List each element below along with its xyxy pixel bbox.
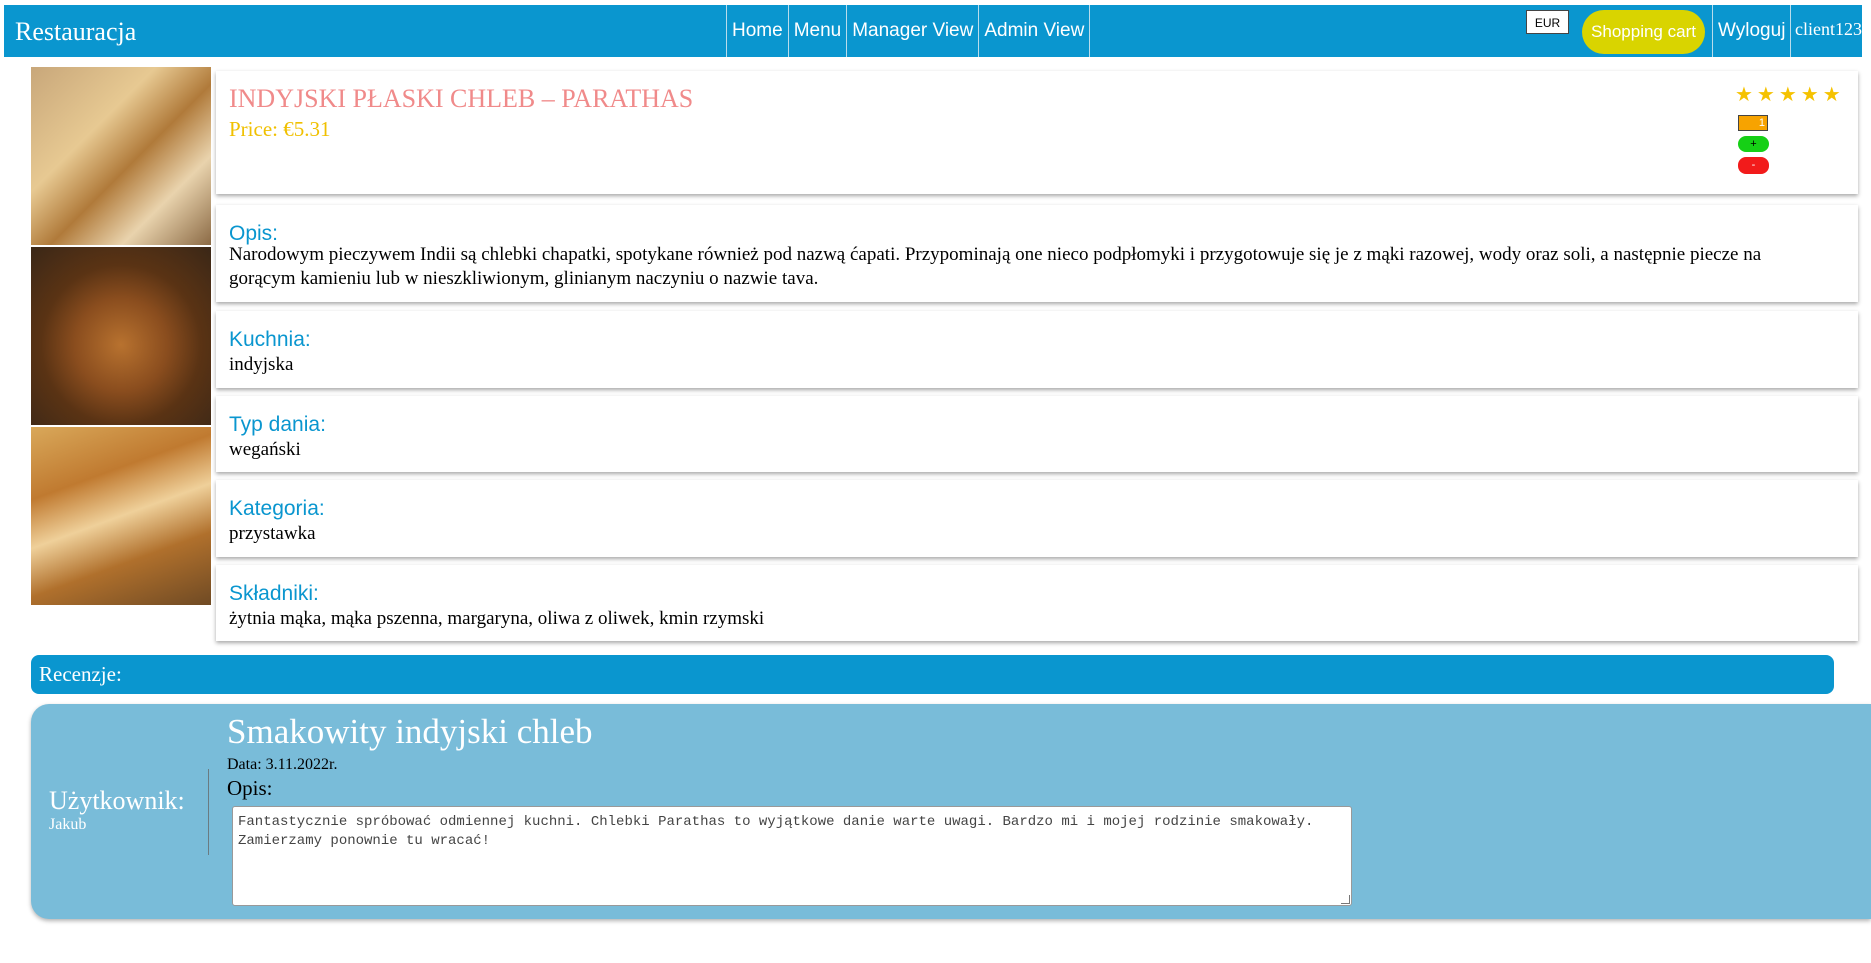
review-text: Fantastycznie spróbować odmiennej kuchni… <box>238 814 1314 849</box>
review-card: Użytkownik: Jakub Smakowity indyjski chl… <box>31 704 1871 919</box>
dish-header-card: INDYJSKI PŁASKI CHLEB – PARATHAS Price: … <box>216 71 1858 194</box>
review-text-area[interactable]: Fantastycznie spróbować odmiennej kuchni… <box>232 806 1352 906</box>
nav-links: Home Menu Manager View Admin View <box>726 5 1091 57</box>
dish-type-label: Typ dania: <box>229 413 326 436</box>
review-divider <box>208 769 209 855</box>
dish-photo-3 <box>31 427 211 605</box>
review-title: Smakowity indyjski chleb <box>227 712 593 751</box>
rating-stars[interactable]: ★★★★★ <box>1735 82 1845 107</box>
dish-price: Price: €5.31 <box>229 117 331 141</box>
category-label: Kategoria: <box>229 497 325 520</box>
reviewer-label: Użytkownik: <box>49 786 185 815</box>
category-card: Kategoria: przystawka <box>216 480 1858 557</box>
description-text: Narodowym pieczywem Indii są chlebki cha… <box>229 244 1762 289</box>
dish-photos <box>31 67 211 607</box>
category-value: przystawka <box>229 523 316 544</box>
reviewer-info: Użytkownik: Jakub <box>49 786 185 834</box>
description-card: Opis: Narodowym pieczywem Indii są chleb… <box>216 205 1858 302</box>
shopping-cart-button[interactable]: Shopping cart <box>1582 10 1705 54</box>
dish-title: INDYJSKI PŁASKI CHLEB – PARATHAS <box>229 84 694 113</box>
review-date: Data: 3.11.2022r. <box>227 756 338 773</box>
reviews-header: Recenzje: <box>31 655 1834 694</box>
dish-type-card: Typ dania: wegański <box>216 396 1858 472</box>
nav-menu[interactable]: Menu <box>787 5 847 57</box>
dish-type-value: wegański <box>229 439 301 460</box>
nav-manager-view[interactable]: Manager View <box>846 5 978 57</box>
navbar: Restauracja Home Menu Manager View Admin… <box>4 5 1862 57</box>
ingredients-label: Składniki: <box>229 582 319 605</box>
brand-logo[interactable]: Restauracja <box>15 17 136 47</box>
ingredients-card: Składniki: żytnia mąka, mąka pszenna, ma… <box>216 565 1858 641</box>
add-quantity-button[interactable]: + <box>1738 136 1769 152</box>
cuisine-label: Kuchnia: <box>229 328 311 351</box>
nav-home[interactable]: Home <box>726 5 788 57</box>
cuisine-card: Kuchnia: indyjska <box>216 311 1858 388</box>
cuisine-value: indyjska <box>229 354 294 375</box>
resize-grip-icon[interactable] <box>1341 895 1350 904</box>
dish-photo-1 <box>31 67 211 245</box>
logout-link[interactable]: Wyloguj <box>1712 5 1792 57</box>
currency-button[interactable]: EUR <box>1526 10 1569 34</box>
user-account-link[interactable]: client123 <box>1795 19 1862 40</box>
reviewer-name: Jakub <box>49 816 87 833</box>
remove-quantity-button[interactable]: - <box>1738 157 1769 174</box>
nav-admin-view[interactable]: Admin View <box>978 5 1091 57</box>
dish-photo-2 <box>31 247 211 425</box>
quantity-display: 1 <box>1738 115 1768 131</box>
ingredients-value: żytnia mąka, mąka pszenna, margaryna, ol… <box>229 608 765 629</box>
review-description-label: Opis: <box>227 776 273 800</box>
